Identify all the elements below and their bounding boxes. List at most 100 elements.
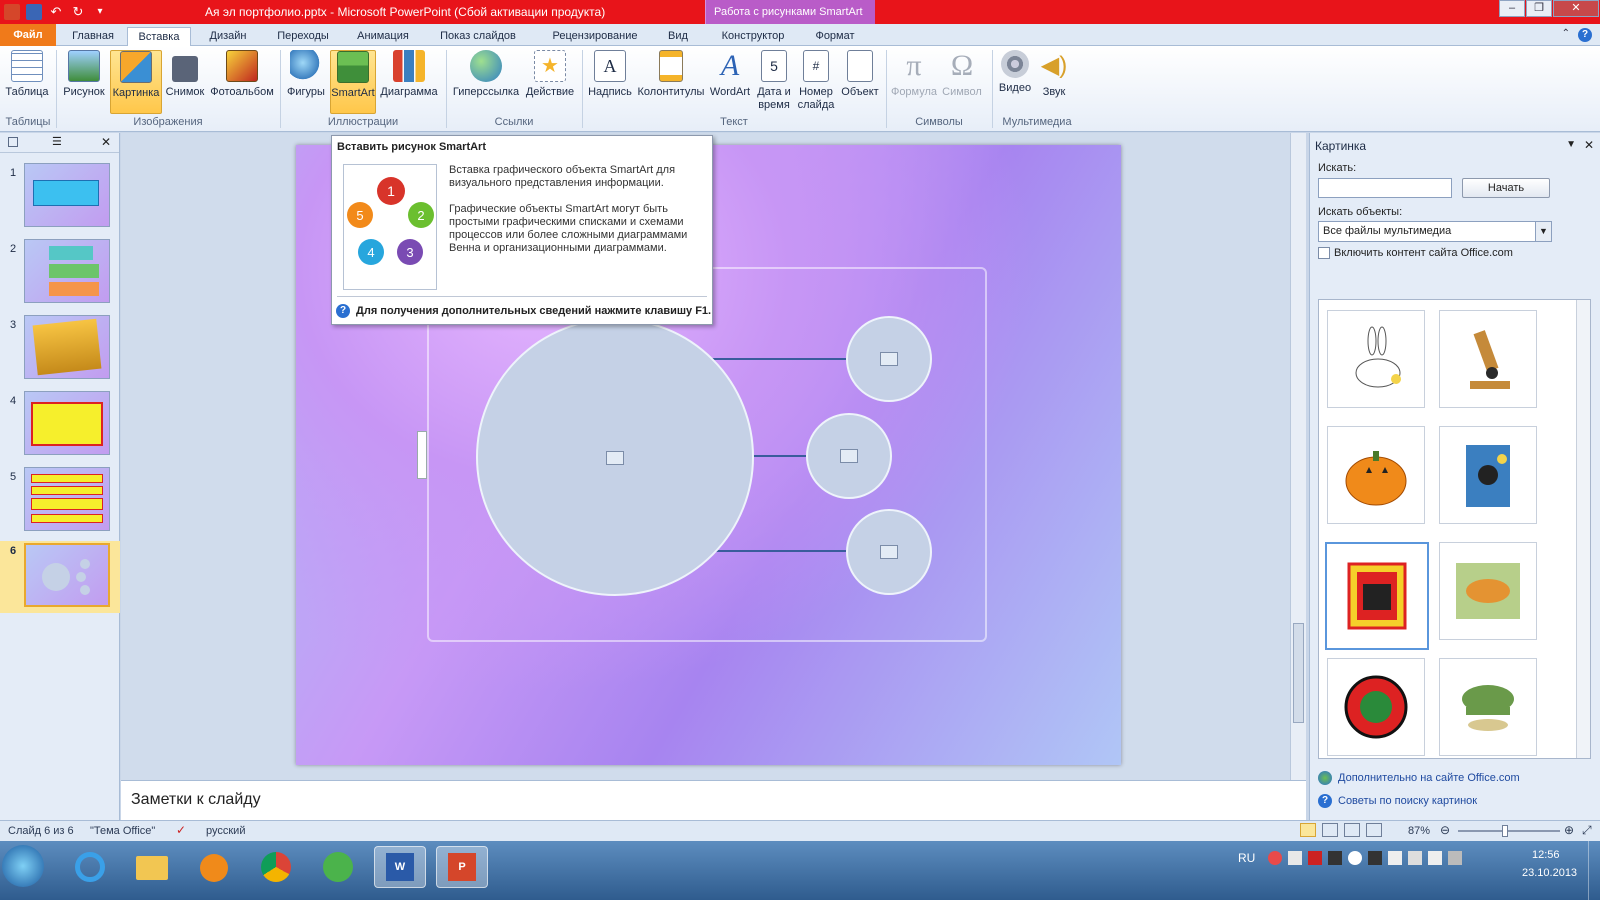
tab-home[interactable]: Главная <box>64 27 122 46</box>
spellcheck-icon[interactable]: ✓ <box>176 823 186 837</box>
tray-app-icon[interactable] <box>1368 851 1382 865</box>
textbox-button[interactable]: A Надпись <box>586 50 634 98</box>
help-icon[interactable]: ? <box>1578 28 1592 42</box>
small-picture-circle[interactable] <box>846 509 932 595</box>
text-pane-toggle[interactable] <box>417 431 427 479</box>
slide-thumb-6[interactable]: 6 <box>0 541 120 613</box>
mail-tray-icon[interactable] <box>1268 851 1282 865</box>
clock-time[interactable]: 12:56 <box>1532 849 1560 861</box>
screenshot-button[interactable]: Снимок <box>164 50 206 98</box>
media-player-icon[interactable] <box>188 846 240 888</box>
zoom-out-icon[interactable]: ⊖ <box>1440 823 1450 837</box>
internet-explorer-icon[interactable] <box>64 846 116 888</box>
clipart-tiger-stamp[interactable] <box>1439 542 1537 640</box>
search-input[interactable] <box>1318 178 1452 198</box>
shapes-button[interactable]: Фигуры <box>284 50 328 98</box>
fit-to-window-icon[interactable]: ⤢ <box>1582 823 1592 838</box>
network-icon[interactable] <box>1388 851 1402 865</box>
slide-thumb-4[interactable]: 4 <box>0 391 120 461</box>
scrollbar-thumb[interactable] <box>1293 623 1304 723</box>
sound-button[interactable]: ◀) Звук <box>1036 50 1072 98</box>
tab-constructor[interactable]: Конструктор <box>713 27 793 46</box>
tab-insert[interactable]: Вставка <box>127 27 191 46</box>
more-office-link[interactable]: Дополнительно на сайте Office.com <box>1318 771 1520 785</box>
tab-review[interactable]: Рецензирование <box>540 27 650 46</box>
clipart-telephone-stamp[interactable] <box>1325 542 1429 650</box>
picture-button[interactable]: Рисунок <box>60 50 108 98</box>
powerpoint-app-icon[interactable] <box>4 4 20 20</box>
zoom-slider[interactable] <box>1458 825 1560 837</box>
object-button[interactable]: Объект <box>838 50 882 98</box>
tray-app-icon[interactable] <box>1348 851 1362 865</box>
reading-view-icon[interactable] <box>1344 823 1360 837</box>
slide-number-button[interactable]: # Номер слайда <box>796 50 836 112</box>
clipart-pumpkin[interactable] <box>1327 426 1425 524</box>
zoom-in-icon[interactable]: ⊕ <box>1564 823 1574 837</box>
tab-design[interactable]: Дизайн <box>200 27 256 46</box>
search-tips-link[interactable]: ? Советы по поиску картинок <box>1318 794 1477 808</box>
slideshow-icon[interactable] <box>1366 823 1382 837</box>
action-button[interactable]: ★ Действие <box>522 50 578 98</box>
clipart-rabbit[interactable] <box>1327 310 1425 408</box>
clipart-microscope[interactable] <box>1439 310 1537 408</box>
tray-app-icon[interactable] <box>1288 851 1302 865</box>
close-button[interactable]: ✕ <box>1553 0 1599 17</box>
tab-transitions[interactable]: Переходы <box>268 27 338 46</box>
slide-thumb-5[interactable]: 5 <box>0 467 120 537</box>
notes-pane[interactable]: Заметки к слайду <box>121 780 1306 820</box>
clipart-globe-badge[interactable] <box>1327 658 1425 756</box>
input-language[interactable]: RU <box>1238 851 1255 865</box>
smartart-button[interactable]: SmartArt <box>330 50 376 114</box>
picture-placeholder-icon[interactable] <box>880 352 898 366</box>
antivirus-icon[interactable] <box>1308 851 1322 865</box>
tab-view[interactable]: Вид <box>658 27 698 46</box>
redo-icon[interactable]: ↻ <box>70 4 86 20</box>
picture-placeholder-icon[interactable] <box>840 449 858 463</box>
wordart-button[interactable]: A WordArt <box>706 50 754 99</box>
customize-qat-icon[interactable]: ▾ <box>92 4 108 20</box>
small-picture-circle[interactable] <box>846 316 932 402</box>
include-office-checkbox[interactable] <box>1318 247 1330 259</box>
tab-animation[interactable]: Анимация <box>350 27 416 46</box>
clock-date[interactable]: 23.10.2013 <box>1522 867 1577 879</box>
volume-icon[interactable] <box>1408 851 1422 865</box>
minimize-ribbon-icon[interactable]: ⌃ <box>1562 28 1570 42</box>
close-panel-icon[interactable]: ✕ <box>101 135 111 149</box>
symbol-button[interactable]: Ω Символ <box>938 50 986 99</box>
outline-tab-icon[interactable]: ☰ <box>52 135 62 148</box>
slide-thumb-1[interactable]: 1 <box>0 163 120 233</box>
undo-icon[interactable]: ↶ <box>48 4 64 20</box>
start-button[interactable] <box>2 845 44 887</box>
clipart-chef-hat[interactable] <box>1439 658 1537 756</box>
tab-file[interactable]: Файл <box>0 24 56 46</box>
start-search-button[interactable]: Начать <box>1462 178 1550 198</box>
minimize-button[interactable]: – <box>1499 0 1525 17</box>
chevron-down-icon[interactable]: ▼ <box>1535 222 1551 241</box>
normal-view-icon[interactable] <box>1300 823 1316 837</box>
mail-agent-icon[interactable] <box>312 846 364 888</box>
word-icon[interactable]: W <box>374 846 426 888</box>
theme-name[interactable]: "Тема Office" <box>90 825 155 837</box>
zoom-slider-thumb[interactable] <box>1502 825 1508 837</box>
photoalbum-button[interactable]: Фотоальбом <box>208 50 276 98</box>
tray-app-icon[interactable] <box>1328 851 1342 865</box>
chart-button[interactable]: Диаграмма <box>378 50 440 98</box>
chrome-icon[interactable] <box>250 846 302 888</box>
picture-placeholder-icon[interactable] <box>880 545 898 559</box>
slide-sorter-icon[interactable] <box>1322 823 1338 837</box>
slide-thumb-2[interactable]: 2 <box>0 239 120 309</box>
zoom-level[interactable]: 87% <box>1408 825 1430 837</box>
slide-thumb-3[interactable]: 3 <box>0 315 120 385</box>
powerpoint-icon[interactable]: P <box>436 846 488 888</box>
datetime-button[interactable]: 5 Дата и время <box>754 50 794 112</box>
action-center-icon[interactable] <box>1428 851 1442 865</box>
clipart-scrollbar[interactable] <box>1576 300 1590 758</box>
pane-menu-icon[interactable]: ▼ <box>1566 139 1576 150</box>
vertical-scrollbar[interactable] <box>1290 133 1306 780</box>
explorer-folder-icon[interactable] <box>126 846 178 888</box>
video-button[interactable]: Видео <box>996 50 1034 94</box>
picture-placeholder-icon[interactable] <box>606 451 624 465</box>
slides-tab-icon[interactable] <box>8 137 18 147</box>
restore-button[interactable]: ❐ <box>1526 0 1552 17</box>
table-button[interactable]: Таблица <box>2 50 52 98</box>
